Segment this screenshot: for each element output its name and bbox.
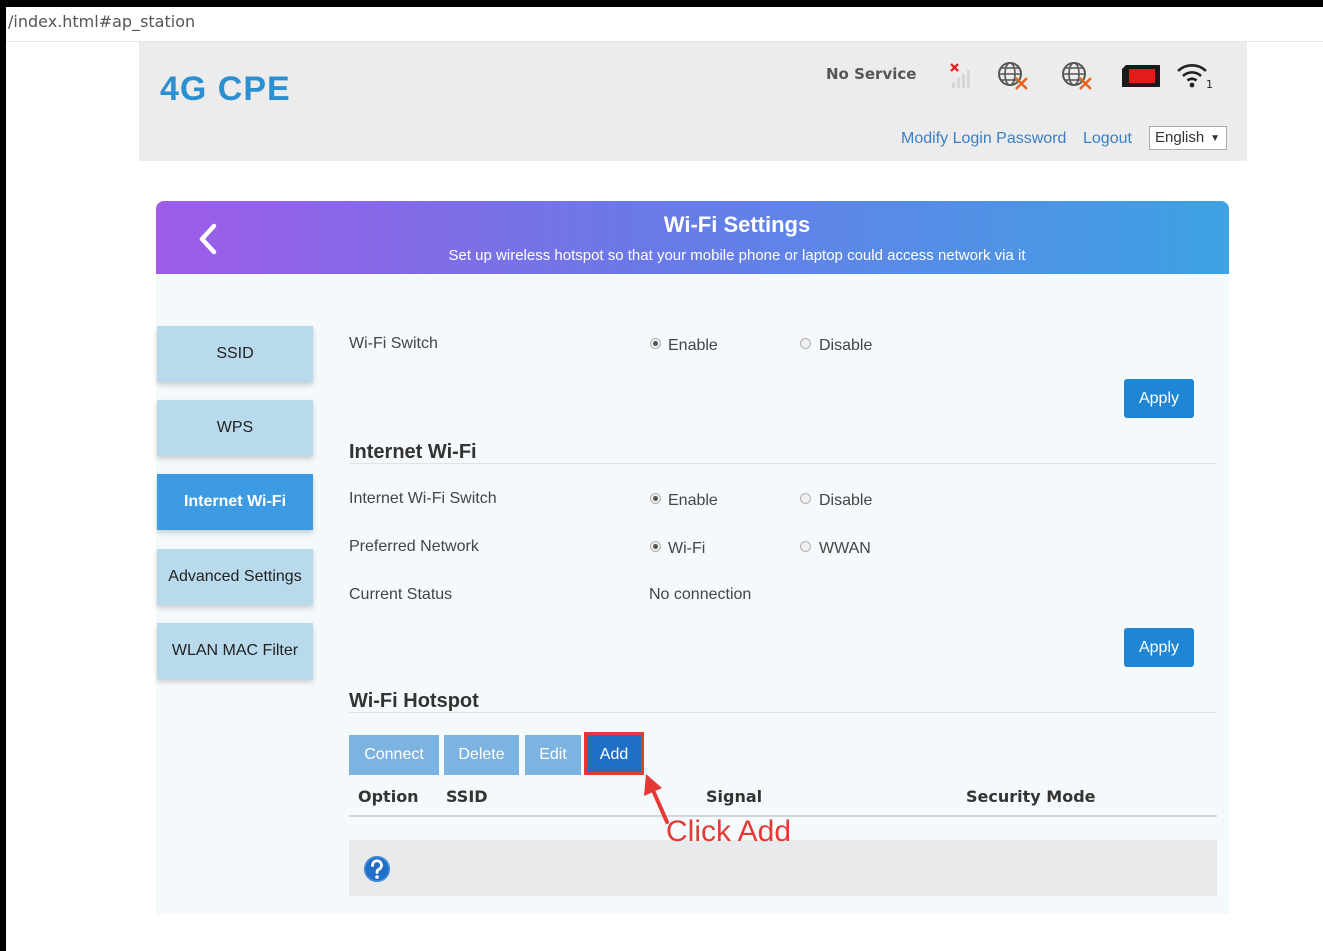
sim-card-icon [1120, 63, 1164, 94]
language-select[interactable]: English ▼ [1149, 126, 1227, 150]
preferred-wifi-radio[interactable] [650, 541, 661, 552]
logo: 4G CPE [160, 70, 291, 108]
language-selected: English [1155, 129, 1205, 146]
network-status: No Service [826, 65, 917, 83]
internet-wifi-enable-radio[interactable] [650, 493, 661, 504]
wifi-client-count: 1 [1206, 78, 1213, 90]
connect-button[interactable]: Connect [349, 735, 439, 775]
help-icon[interactable] [362, 854, 392, 889]
preferred-wifi-label: Wi-Fi [668, 540, 706, 557]
internet-wifi-disable-radio[interactable] [800, 493, 811, 504]
globe-disconnected-icon [996, 60, 1032, 97]
wifi-switch-apply-button[interactable]: Apply [1124, 379, 1194, 418]
internet-wifi-title: Internet Wi-Fi [349, 441, 477, 463]
add-button-highlight [584, 732, 644, 775]
preferred-wwan-label: WWAN [819, 540, 871, 557]
wifi-switch-label: Wi-Fi Switch [349, 335, 438, 352]
window-frame-top [0, 0, 1323, 7]
caret-down-icon: ▼ [1210, 133, 1220, 144]
wifi-switch-disable-radio[interactable] [800, 338, 811, 349]
internet-wifi-switch-label: Internet Wi-Fi Switch [349, 490, 497, 507]
column-security-mode: Security Mode [966, 787, 1096, 806]
column-ssid: SSID [446, 787, 488, 806]
window-frame-left [0, 0, 6, 951]
wifi-switch-enable-radio[interactable] [650, 338, 661, 349]
logout-link[interactable]: Logout [1083, 130, 1132, 148]
annotation-text: Click Add [666, 815, 792, 848]
modify-password-link[interactable]: Modify Login Password [901, 130, 1066, 148]
wifi-hotspot-title: Wi-Fi Hotspot [349, 690, 479, 712]
sidebar-item-ssid[interactable]: SSID [157, 326, 313, 382]
address-bar-url: /index.html#ap_station [8, 12, 196, 31]
sidebar-item-wps[interactable]: WPS [157, 400, 313, 456]
page-subtitle: Set up wireless hotspot so that your mob… [448, 247, 1026, 264]
current-status-label: Current Status [349, 586, 453, 603]
section-divider [349, 463, 1217, 464]
internet-wifi-enable-label: Enable [668, 492, 718, 509]
wifi-switch-disable-label: Disable [819, 337, 873, 354]
preferred-network-label: Preferred Network [349, 538, 479, 555]
internet-wifi-disable-label: Disable [819, 492, 873, 509]
globe-disconnected-icon [1060, 60, 1096, 97]
internet-wifi-apply-button[interactable]: Apply [1124, 628, 1194, 667]
delete-button[interactable]: Delete [444, 735, 519, 775]
sidebar-item-advanced-settings[interactable]: Advanced Settings [157, 549, 313, 605]
wifi-switch-enable-label: Enable [668, 337, 718, 354]
sidebar-item-internet-wifi[interactable]: Internet Wi-Fi [157, 474, 313, 530]
current-status-value: No connection [649, 586, 752, 603]
signal-no-service-icon [948, 62, 976, 95]
section-divider [349, 712, 1217, 713]
page-title: Wi-Fi Settings [663, 212, 811, 237]
column-signal: Signal [706, 787, 763, 806]
edit-button[interactable]: Edit [525, 735, 581, 775]
wifi-icon: 1 [1175, 60, 1215, 95]
preferred-wwan-radio[interactable] [800, 541, 811, 552]
address-bar[interactable] [6, 7, 1323, 42]
sidebar-item-wlan-mac-filter[interactable]: WLAN MAC Filter [157, 623, 313, 679]
column-option: Option [358, 787, 419, 806]
